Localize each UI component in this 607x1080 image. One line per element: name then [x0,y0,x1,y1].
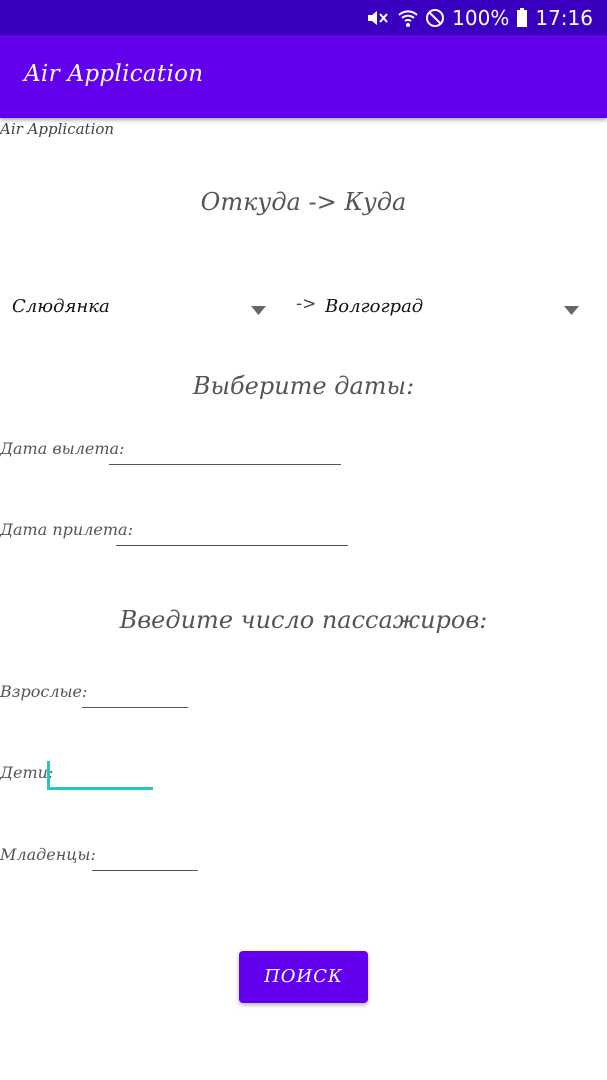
departure-label: Дата вылета: [0,439,125,458]
app-title: Air Application [24,61,204,87]
status-icons: 100% 17:16 [365,4,593,32]
dates-heading: Выберите даты: [192,372,415,400]
clock: 17:16 [535,6,593,30]
label-title: Air Application [0,120,115,138]
route-separator: -> [296,294,317,314]
children-label: Дети: [0,763,54,782]
to-spinner[interactable]: Волгоград [325,290,423,322]
battery-percent: 100% [452,6,510,30]
from-spinner[interactable]: Слюдянка [12,290,110,322]
do-not-disturb-icon [425,8,445,28]
to-spinner-value: Волгоград [325,295,424,317]
to-dropdown-icon[interactable] [564,300,579,319]
from-spinner-value: Слюдянка [12,295,110,317]
text-cursor [47,761,50,787]
arrival-date-field[interactable] [116,523,348,546]
battery-icon [516,8,528,28]
app-bar: Air Application [0,35,607,118]
arrival-label: Дата прилета: [0,520,133,539]
infants-label: Младенцы: [0,845,96,864]
departure-date-field[interactable] [109,442,341,465]
status-bar: 100% 17:16 [0,0,607,35]
adults-label: Взрослые: [0,682,88,701]
passengers-heading: Введите число пассажиров: [119,606,488,634]
route-heading: Откуда -> Куда [200,188,407,216]
infants-field[interactable] [92,848,198,871]
mute-icon [365,8,391,28]
wifi-icon [398,8,418,28]
children-field[interactable] [47,761,153,790]
adults-field[interactable] [82,685,188,708]
search-button[interactable]: ПОИСК [239,951,368,1003]
from-dropdown-icon[interactable] [251,300,266,319]
